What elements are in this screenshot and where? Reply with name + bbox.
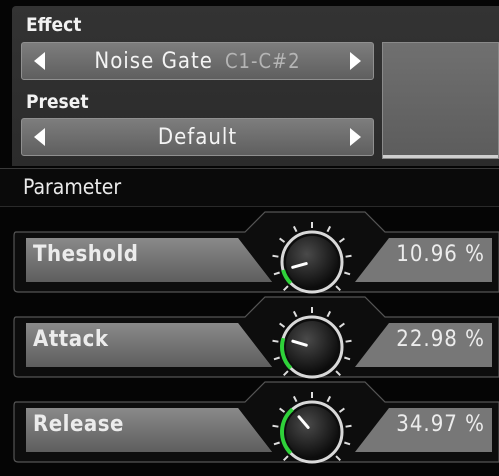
effect-name: Noise Gate [94,48,213,74]
rotary-knob-icon[interactable] [268,388,356,476]
preset-selector[interactable]: Default [21,118,374,156]
param-name: Attack [33,327,109,352]
effect-preview [382,42,499,159]
param-row-release: Release 34.97 % [0,380,499,464]
param-row-threshold: Theshold 10.96 % [0,210,499,294]
next-effect-icon[interactable] [350,52,361,70]
param-value[interactable]: 34.97 % [396,412,485,437]
effect-label: Effect [26,14,82,36]
param-value[interactable]: 10.96 % [396,242,485,267]
preset-label: Preset [26,91,89,113]
param-name: Release [33,412,124,437]
preset-name: Default [157,124,238,150]
next-preset-icon[interactable] [350,128,361,146]
rotary-knob-icon[interactable] [268,303,356,391]
prev-effect-icon[interactable] [34,52,45,70]
param-name: Theshold [33,242,139,267]
rotary-knob-icon[interactable] [268,218,356,306]
effect-selector[interactable]: Noise Gate C1-C#2 [21,42,374,80]
parameter-header: Parameter [0,168,499,207]
parameter-header-label: Parameter [23,175,122,199]
preview-bar [383,155,498,158]
param-value[interactable]: 22.98 % [396,327,485,352]
effect-range: C1-C#2 [224,49,301,73]
param-row-attack: Attack 22.98 % [0,295,499,379]
prev-preset-icon[interactable] [34,128,45,146]
